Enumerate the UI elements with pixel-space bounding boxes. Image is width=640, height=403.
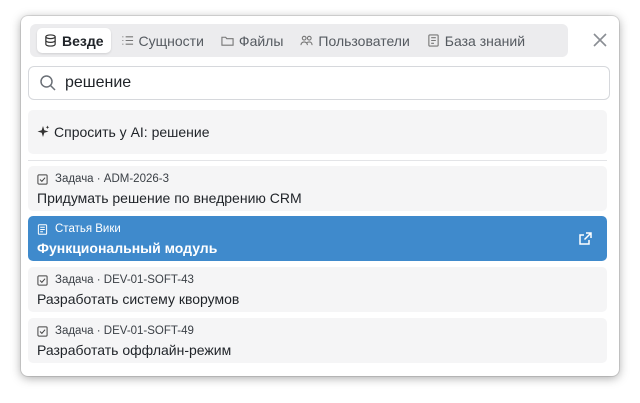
result-meta: Задача · ADM-2026-3 — [37, 173, 169, 185]
ask-ai-label: Спросить у AI: решение — [54, 124, 210, 140]
result-title: Разработать оффлайн-режим — [37, 342, 232, 358]
result-meta: Задача · DEV-01-SOFT-43 — [37, 274, 194, 286]
result-title: Придумать решение по внедрению CRM — [37, 190, 302, 206]
result-meta-text: Статья Вики — [55, 223, 121, 235]
search-input[interactable] — [65, 74, 565, 92]
tab-label: Сущности — [138, 32, 204, 49]
result-meta-text: Задача · DEV-01-SOFT-43 — [55, 274, 194, 286]
close-icon[interactable] — [591, 31, 609, 49]
tab-label: Везде — [62, 32, 104, 49]
ask-ai-button[interactable]: Спросить у AI: решение — [28, 110, 607, 154]
tab-everywhere[interactable]: Везде — [37, 28, 111, 53]
result-meta-text: Задача · ADM-2026-3 — [55, 173, 169, 185]
tab-files[interactable]: Файлы — [214, 28, 290, 53]
folder-icon — [221, 36, 234, 46]
open-external-icon[interactable] — [578, 231, 593, 246]
checkbox-icon — [37, 173, 48, 185]
sparkle-icon — [37, 125, 50, 137]
tab-label: Файлы — [238, 32, 284, 49]
tab-users[interactable]: Пользователи — [293, 28, 416, 53]
result-item[interactable]: Задача · DEV-01-SOFT-49 Разработать оффл… — [28, 318, 607, 363]
result-title: Функциональный модуль — [37, 240, 218, 256]
checkbox-icon — [37, 274, 48, 286]
document-icon — [428, 34, 439, 47]
tab-label: База знаний — [444, 32, 526, 49]
scope-tabs: Везде Сущности Файлы Пользователи База з… — [30, 24, 568, 57]
users-icon — [300, 35, 314, 46]
checkbox-icon — [37, 325, 48, 337]
result-meta: Задача · DEV-01-SOFT-49 — [37, 325, 194, 337]
tab-label: Пользователи — [318, 32, 410, 49]
result-title: Разработать систему кворумов — [37, 291, 240, 307]
result-meta-text: Задача · DEV-01-SOFT-49 — [55, 325, 194, 337]
search-icon — [40, 75, 56, 91]
tab-entities[interactable]: Сущности — [114, 28, 211, 53]
divider — [28, 160, 607, 161]
document-icon — [37, 223, 48, 235]
database-icon — [45, 34, 56, 47]
list-icon — [121, 36, 133, 45]
result-item-selected[interactable]: Статья Вики Функциональный модуль — [28, 216, 607, 261]
result-meta: Статья Вики — [37, 223, 121, 235]
result-item[interactable]: Задача · ADM-2026-3 Придумать решение по… — [28, 166, 607, 211]
result-item[interactable]: Задача · DEV-01-SOFT-43 Разработать сист… — [28, 267, 607, 312]
search-box — [28, 66, 610, 100]
search-modal: Везде Сущности Файлы Пользователи База з… — [21, 16, 619, 376]
tab-knowledge-base[interactable]: База знаний — [420, 28, 532, 53]
